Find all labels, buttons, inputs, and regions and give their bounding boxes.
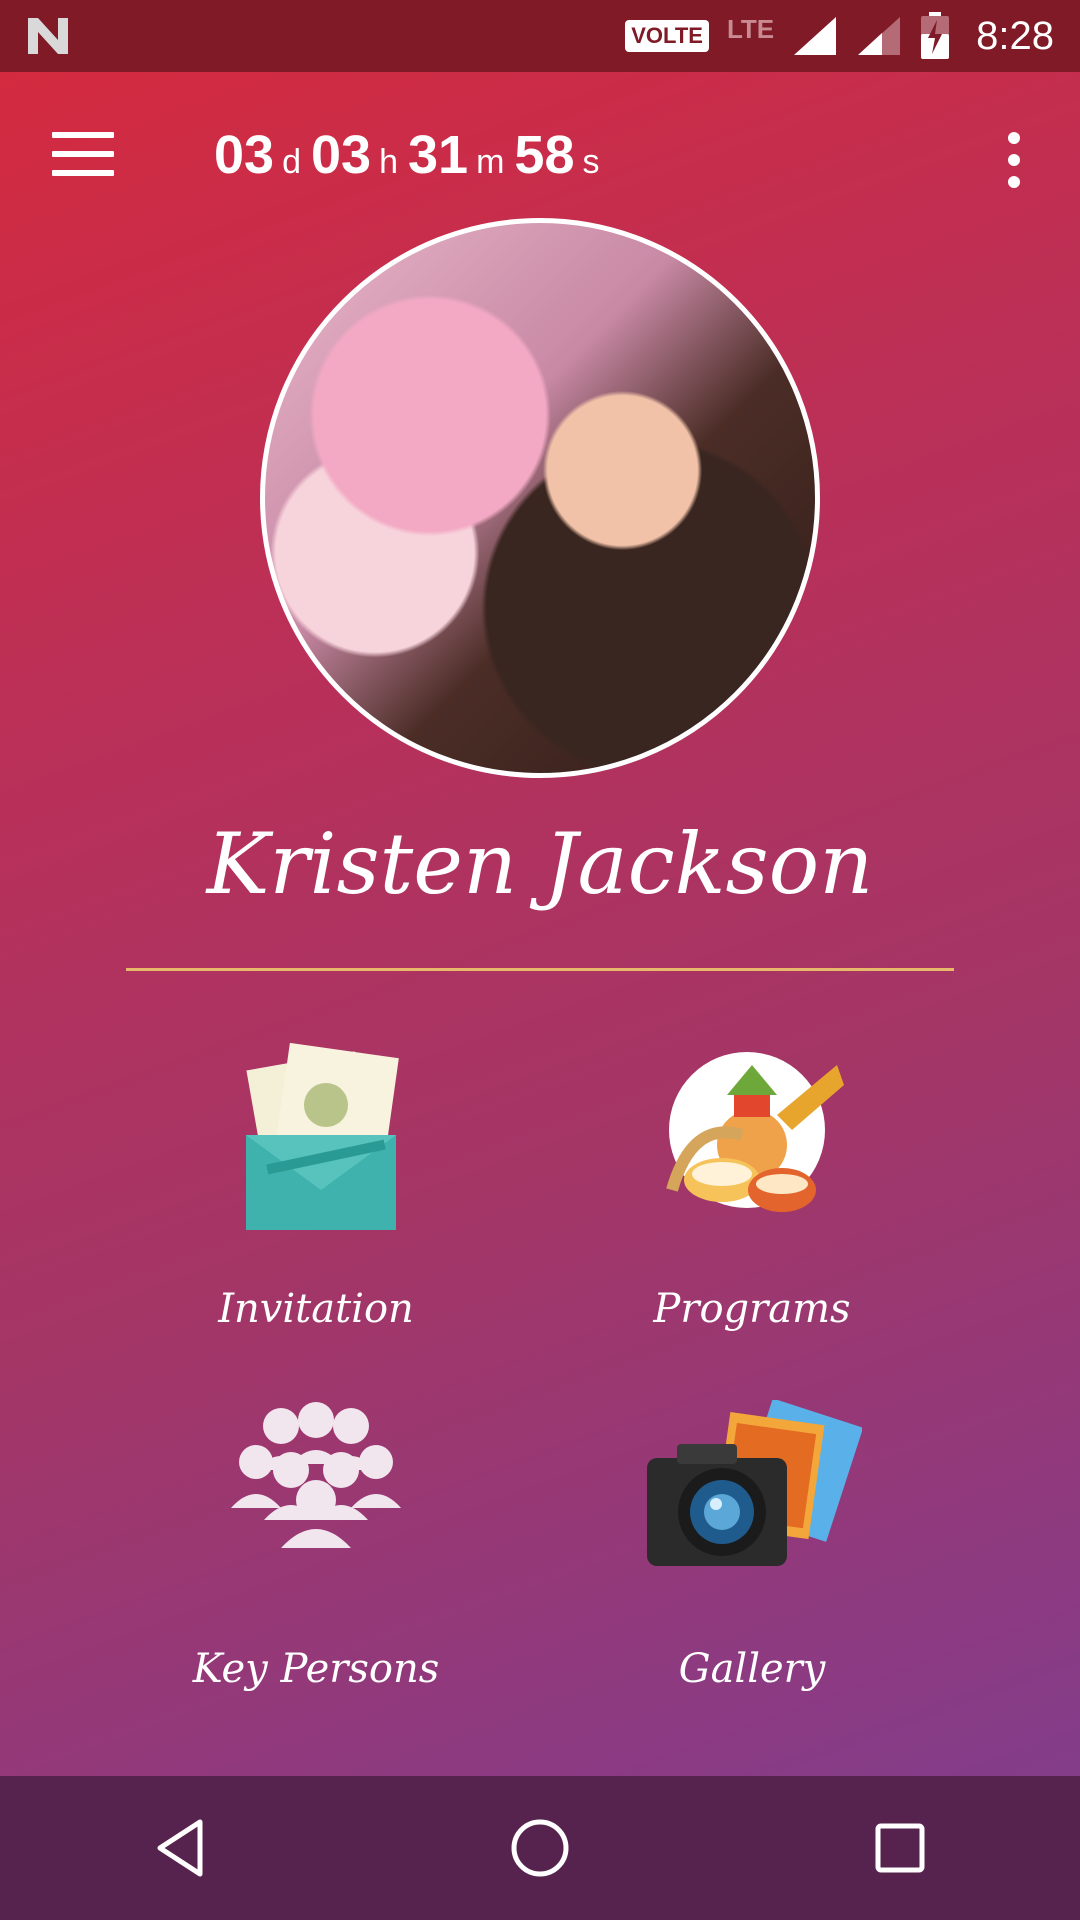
camera-gallery-icon bbox=[647, 1400, 862, 1566]
status-time: 8:28 bbox=[976, 13, 1054, 58]
profile-name: Kristen Jackson bbox=[206, 815, 874, 913]
invitation-envelope-icon bbox=[246, 1042, 399, 1230]
countdown-timer: 03 d 03 h 31 m 58 s bbox=[214, 124, 609, 186]
menu-item-programs[interactable]: Programs bbox=[572, 1040, 932, 1340]
countdown-minutes-unit: m bbox=[476, 143, 505, 181]
menu-item-gallery[interactable]: Gallery bbox=[572, 1400, 932, 1700]
lte-label: LTE bbox=[726, 13, 775, 44]
back-triangle-icon bbox=[157, 1819, 203, 1877]
profile-photo[interactable] bbox=[260, 218, 820, 778]
countdown-days-unit: d bbox=[282, 143, 301, 181]
programs-kalash-icon bbox=[666, 1052, 844, 1212]
battery-icon bbox=[921, 12, 950, 59]
countdown-hours-unit: h bbox=[379, 143, 398, 181]
recents-square-icon bbox=[875, 1823, 925, 1873]
volte-badge: VOLTE bbox=[625, 20, 709, 52]
divider bbox=[126, 968, 954, 971]
hamburger-menu-icon[interactable] bbox=[52, 132, 114, 182]
menu-item-key-persons[interactable]: Key Persons bbox=[136, 1400, 496, 1700]
programs-label: Programs bbox=[653, 1286, 851, 1332]
home-circle-icon bbox=[511, 1819, 569, 1877]
gallery-label: Gallery bbox=[678, 1646, 826, 1692]
countdown-minutes: 31 bbox=[408, 125, 469, 185]
back-button[interactable] bbox=[140, 1808, 220, 1888]
signal-weak-icon bbox=[858, 17, 901, 55]
countdown-days: 03 bbox=[214, 125, 275, 185]
app-bar: 03 d 03 h 31 m 58 s bbox=[0, 72, 1080, 242]
invitation-label: Invitation bbox=[218, 1286, 414, 1332]
countdown-seconds: 58 bbox=[514, 125, 575, 185]
people-group-icon bbox=[231, 1402, 401, 1548]
more-options-icon[interactable] bbox=[1002, 132, 1026, 188]
system-nav-bar bbox=[0, 1776, 1080, 1920]
recents-button[interactable] bbox=[860, 1808, 940, 1888]
key-persons-label: Key Persons bbox=[192, 1646, 440, 1692]
signal-icon bbox=[794, 17, 837, 55]
countdown-seconds-unit: s bbox=[582, 143, 600, 181]
home-button[interactable] bbox=[500, 1808, 580, 1888]
menu-item-invitation[interactable]: Invitation bbox=[136, 1040, 496, 1340]
android-n-icon bbox=[28, 18, 68, 54]
status-bar: VOLTE LTE 8:28 bbox=[0, 0, 1080, 72]
countdown-hours: 03 bbox=[311, 125, 372, 185]
